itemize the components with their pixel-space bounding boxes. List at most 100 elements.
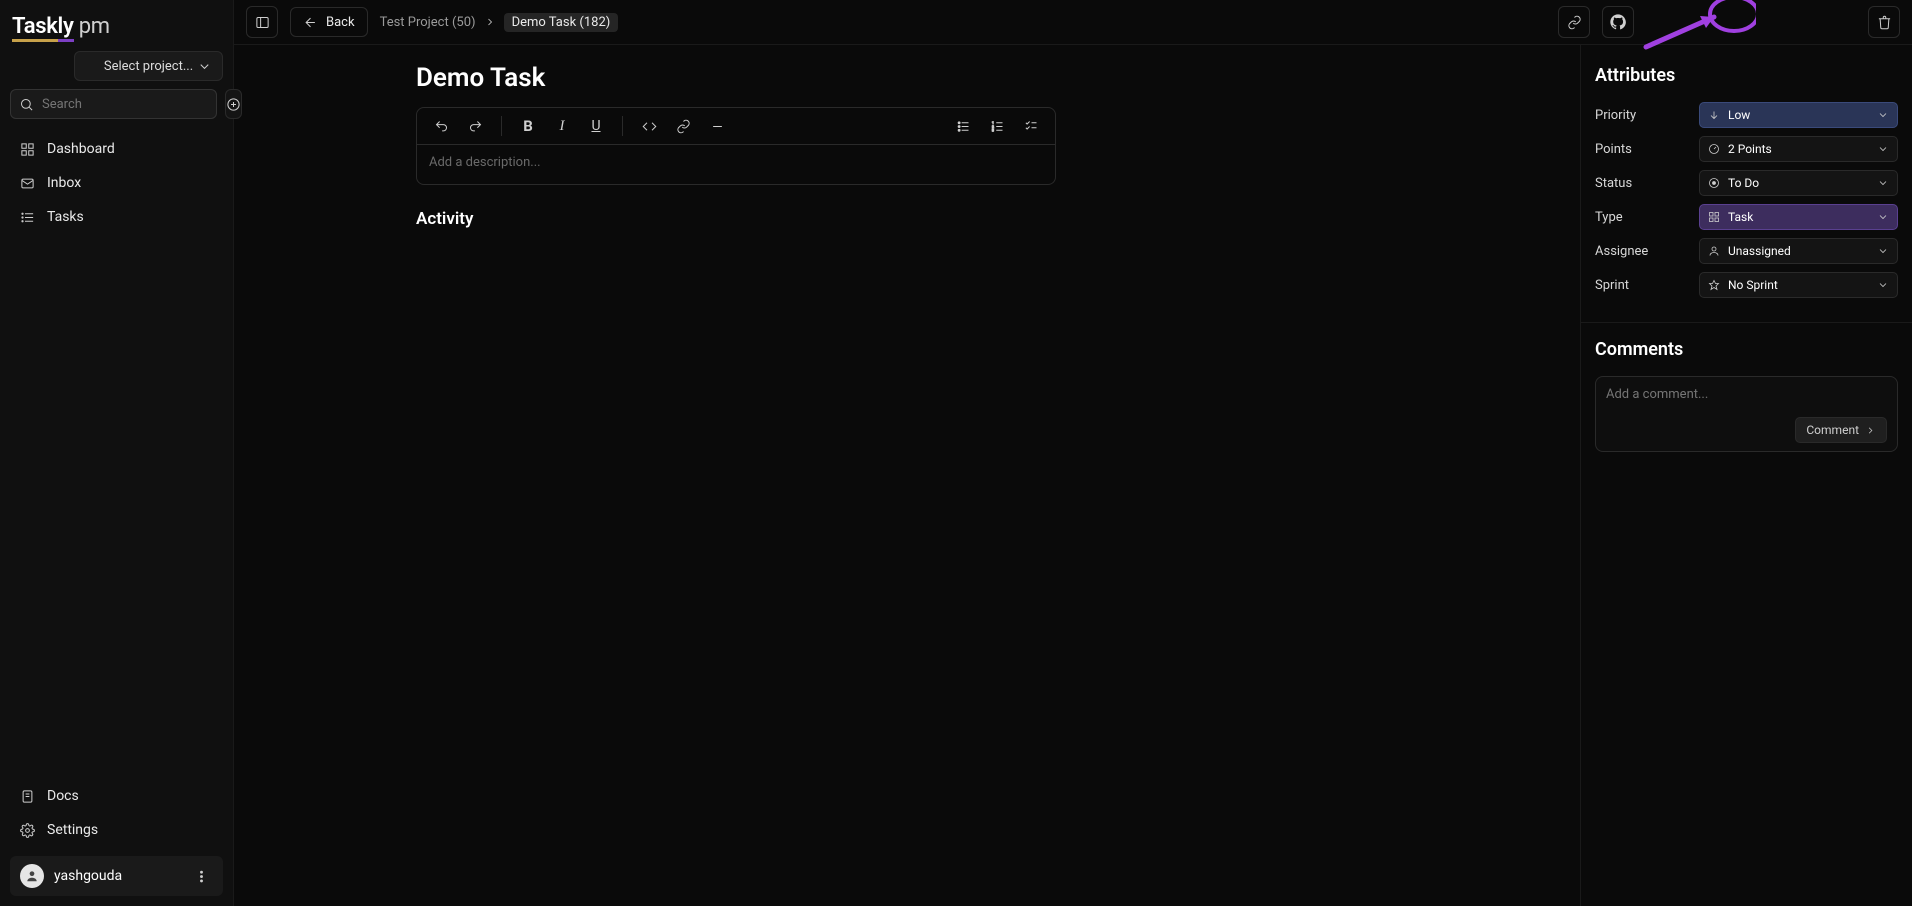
logo-text-2: ly	[58, 14, 74, 42]
topbar: Back Test Project (50) Demo Task (182)	[234, 0, 1912, 45]
search-input[interactable]	[42, 97, 208, 112]
points-label: Points	[1595, 142, 1699, 157]
comment-box: Comment	[1595, 376, 1898, 452]
chevron-right-icon	[484, 16, 496, 28]
nav-docs[interactable]: Docs	[10, 780, 223, 812]
comment-input[interactable]	[1606, 387, 1887, 407]
chevron-down-icon	[1877, 109, 1889, 121]
redo-button[interactable]	[461, 112, 489, 140]
crumb-project[interactable]: Test Project (50)	[380, 15, 476, 30]
main: Back Test Project (50) Demo Task (182)	[234, 0, 1912, 906]
status-value: To Do	[1728, 176, 1759, 190]
gear-icon	[20, 823, 35, 838]
comments-heading: Comments	[1595, 339, 1898, 360]
checklist-button[interactable]	[1017, 112, 1045, 140]
user-icon	[1708, 245, 1720, 257]
type-value: Task	[1728, 210, 1753, 224]
task-title[interactable]: Demo Task	[416, 63, 1056, 93]
activity-heading: Activity	[416, 209, 1056, 229]
back-label: Back	[326, 15, 355, 30]
ordered-list-button[interactable]: 123	[983, 112, 1011, 140]
arrow-left-icon	[303, 15, 318, 30]
link-button[interactable]	[669, 112, 697, 140]
breadcrumb: Test Project (50) Demo Task (182)	[380, 13, 619, 32]
mail-icon	[20, 176, 35, 191]
sprint-label: Sprint	[1595, 278, 1699, 293]
gauge-icon	[1708, 143, 1720, 155]
dashboard-icon	[20, 142, 35, 157]
priority-value: Low	[1728, 108, 1750, 122]
nav-dashboard-label: Dashboard	[47, 141, 115, 157]
italic-button[interactable]: I	[548, 112, 576, 140]
comment-button-label: Comment	[1806, 423, 1859, 437]
right-panel: Attributes Priority Low Points 2 Points	[1580, 45, 1912, 906]
nav-docs-label: Docs	[47, 788, 79, 804]
assignee-select[interactable]: Unassigned	[1699, 238, 1898, 264]
delete-button[interactable]	[1868, 6, 1900, 38]
underline-button[interactable]: U	[582, 112, 610, 140]
bold-button[interactable]: B	[514, 112, 542, 140]
avatar	[20, 864, 44, 888]
code-button[interactable]	[635, 112, 663, 140]
chevron-down-icon	[1877, 245, 1889, 257]
chevron-down-icon	[1877, 143, 1889, 155]
sprint-icon	[1708, 279, 1720, 291]
sidebar: Taskly pm Select project... Dashboard In…	[0, 0, 234, 906]
github-icon	[1610, 14, 1626, 30]
search-input-wrapper[interactable]	[10, 89, 217, 119]
nav-inbox-label: Inbox	[47, 175, 81, 191]
chevron-down-icon	[1877, 177, 1889, 189]
primary-nav: Dashboard Inbox Tasks	[10, 133, 223, 233]
app-logo: Taskly pm	[12, 14, 223, 39]
comment-submit-button[interactable]: Comment	[1795, 417, 1887, 443]
type-label: Type	[1595, 210, 1699, 225]
nav-dashboard[interactable]: Dashboard	[10, 133, 223, 165]
points-value: 2 Points	[1728, 142, 1772, 156]
panel-left-icon	[255, 15, 270, 30]
nav-tasks[interactable]: Tasks	[10, 201, 223, 233]
docs-icon	[20, 789, 35, 804]
chevron-down-icon	[1877, 279, 1889, 291]
project-selector[interactable]: Select project...	[74, 51, 223, 81]
nav-settings-label: Settings	[47, 822, 98, 838]
crumb-task: Demo Task (182)	[504, 13, 619, 32]
layout-icon	[1708, 211, 1720, 223]
back-button[interactable]: Back	[290, 7, 368, 37]
nav-settings[interactable]: Settings	[10, 814, 223, 846]
chevron-right-icon	[1865, 425, 1876, 436]
editor-column: Demo Task B I U 123	[234, 45, 1580, 906]
arrow-down-icon	[1708, 109, 1720, 121]
svg-text:3: 3	[991, 128, 993, 132]
attributes-heading: Attributes	[1595, 65, 1898, 86]
annotation-arrow	[1646, 2, 1716, 42]
status-label: Status	[1595, 176, 1699, 191]
bullet-list-button[interactable]	[949, 112, 977, 140]
logo-text-1: Task	[12, 14, 58, 42]
toggle-sidebar-button[interactable]	[246, 6, 278, 38]
tasks-icon	[20, 210, 35, 225]
type-select[interactable]: Task	[1699, 204, 1898, 230]
priority-select[interactable]: Low	[1699, 102, 1898, 128]
more-vertical-icon[interactable]	[190, 865, 213, 888]
user-card[interactable]: yashgouda	[10, 856, 223, 896]
link-icon	[1567, 15, 1582, 30]
hr-button[interactable]	[703, 112, 731, 140]
description-input[interactable]: Add a description...	[416, 145, 1056, 185]
search-icon	[19, 97, 34, 112]
copy-link-button[interactable]	[1558, 6, 1590, 38]
undo-button[interactable]	[427, 112, 455, 140]
assignee-label: Assignee	[1595, 244, 1699, 259]
nav-inbox[interactable]: Inbox	[10, 167, 223, 199]
logo-suffix: pm	[74, 14, 110, 39]
editor-toolbar: B I U 123	[416, 107, 1056, 145]
project-selector-label: Select project...	[104, 59, 193, 74]
status-select[interactable]: To Do	[1699, 170, 1898, 196]
points-select[interactable]: 2 Points	[1699, 136, 1898, 162]
assignee-value: Unassigned	[1728, 244, 1791, 258]
circle-dot-icon	[1708, 177, 1720, 189]
sprint-select[interactable]: No Sprint	[1699, 272, 1898, 298]
description-placeholder: Add a description...	[429, 155, 541, 170]
chevron-down-icon	[1877, 211, 1889, 223]
trash-icon	[1877, 15, 1892, 30]
nav-tasks-label: Tasks	[47, 209, 84, 225]
